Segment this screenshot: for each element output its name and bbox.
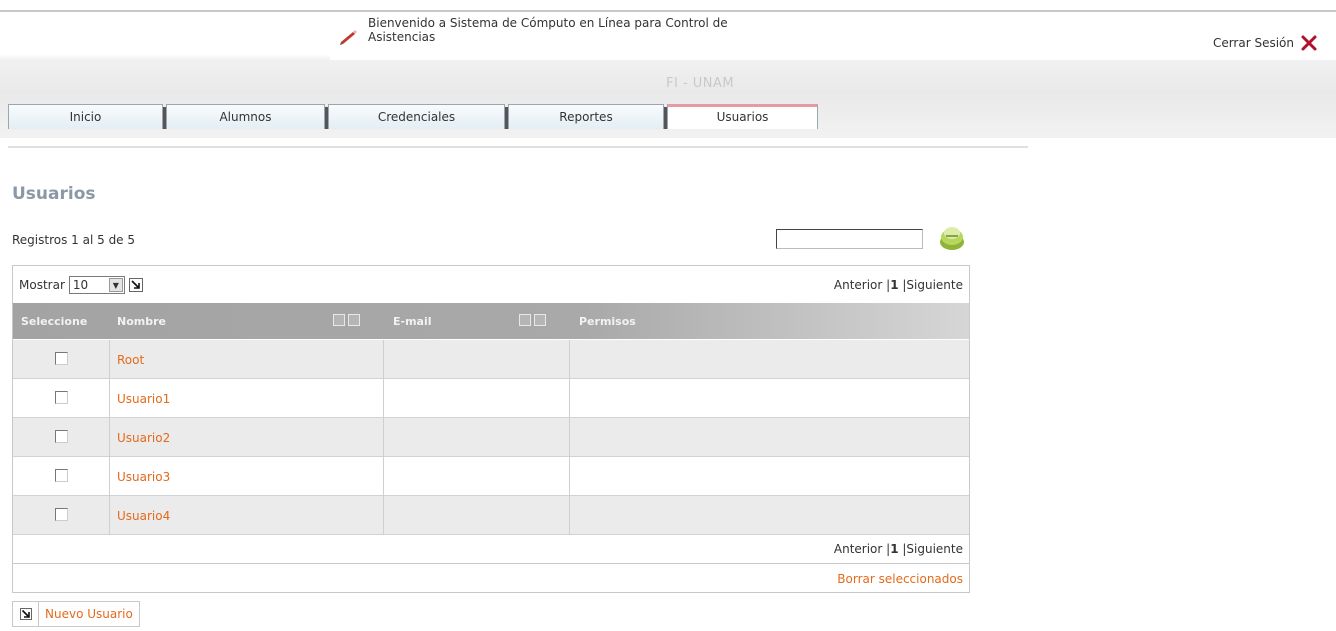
col-divider bbox=[569, 418, 570, 457]
col-divider bbox=[383, 340, 384, 379]
page-size-value: 10 bbox=[72, 278, 89, 292]
tab-label: Alumnos bbox=[219, 110, 272, 124]
col-divider bbox=[109, 340, 110, 379]
page-size-control: Mostrar 10 ▼ bbox=[19, 276, 143, 294]
show-label: Mostrar bbox=[19, 278, 65, 292]
grid-footer: Anterior |1 |Siguiente bbox=[13, 534, 969, 564]
grid-toolbar: Mostrar 10 ▼ Anterior |1 |Siguiente bbox=[13, 266, 969, 302]
tab-credenciales[interactable]: Credenciales bbox=[328, 104, 508, 129]
apply-arrow-icon[interactable] bbox=[128, 278, 143, 292]
row-checkbox[interactable] bbox=[55, 352, 68, 365]
col-name[interactable]: Nombre bbox=[117, 315, 166, 328]
pen-icon bbox=[340, 30, 357, 45]
search-input[interactable] bbox=[776, 229, 923, 249]
page-number[interactable]: 1 bbox=[890, 542, 898, 556]
table-row: Usuario1 bbox=[13, 379, 969, 418]
close-icon bbox=[1301, 35, 1317, 51]
grid-header: Seleccione Nombre E-mail Permisos bbox=[13, 303, 969, 339]
page-title: Usuarios bbox=[12, 184, 96, 204]
table-row: Usuario2 bbox=[13, 418, 969, 457]
col-divider bbox=[109, 457, 110, 496]
col-email[interactable]: E-mail bbox=[393, 315, 432, 328]
sort-desc-icon[interactable] bbox=[348, 314, 360, 326]
col-perms: Permisos bbox=[579, 315, 636, 328]
pager-top: Anterior |1 |Siguiente bbox=[834, 278, 963, 292]
user-name-link[interactable]: Usuario2 bbox=[117, 431, 170, 445]
col-divider bbox=[569, 457, 570, 496]
welcome-banner: Bienvenido a Sistema de Cómputo en Línea… bbox=[338, 16, 758, 48]
col-divider bbox=[569, 496, 570, 535]
site-subtitle: FI - UNAM bbox=[666, 76, 735, 91]
prev-link[interactable]: Anterior bbox=[834, 278, 882, 292]
table-row: Root bbox=[13, 340, 969, 379]
pager-bottom: Anterior |1 |Siguiente bbox=[834, 542, 963, 556]
new-user-label: Nuevo Usuario bbox=[45, 607, 133, 621]
pager-sep: | bbox=[882, 542, 891, 556]
next-link[interactable]: Siguiente bbox=[906, 278, 963, 292]
row-checkbox[interactable] bbox=[55, 469, 68, 482]
tab-label: Inicio bbox=[69, 110, 102, 124]
col-divider bbox=[109, 496, 110, 535]
logout-button[interactable]: Cerrar Sesión bbox=[1213, 34, 1318, 52]
sort-desc-icon[interactable] bbox=[534, 314, 546, 326]
table-row: Usuario4 bbox=[13, 496, 969, 535]
pager-sep: | bbox=[882, 278, 891, 292]
user-name-link[interactable]: Usuario3 bbox=[117, 470, 170, 484]
new-user-button[interactable]: Nuevo Usuario bbox=[12, 601, 140, 627]
users-grid-panel: Mostrar 10 ▼ Anterior |1 |Siguiente Sele… bbox=[12, 265, 970, 593]
search-icon[interactable] bbox=[936, 222, 968, 254]
table-row: Usuario3 bbox=[13, 457, 969, 496]
col-divider bbox=[109, 379, 110, 418]
prev-link[interactable]: Anterior bbox=[834, 542, 882, 556]
next-link[interactable]: Siguiente bbox=[906, 542, 963, 556]
col-divider bbox=[569, 340, 570, 379]
tab-usuarios[interactable]: Usuarios bbox=[667, 104, 818, 129]
col-divider bbox=[383, 418, 384, 457]
user-name-link[interactable]: Usuario4 bbox=[117, 509, 170, 523]
page-size-select[interactable]: 10 ▼ bbox=[68, 276, 125, 294]
arrow-icon bbox=[13, 602, 39, 626]
col-divider bbox=[383, 496, 384, 535]
user-name-link[interactable]: Root bbox=[117, 353, 144, 367]
chevron-down-icon: ▼ bbox=[108, 278, 123, 292]
tab-label: Credenciales bbox=[377, 110, 456, 124]
tab-label: Reportes bbox=[559, 110, 613, 124]
tab-inicio[interactable]: Inicio bbox=[8, 104, 166, 129]
delete-selected-link[interactable]: Borrar seleccionados bbox=[837, 572, 963, 586]
col-divider bbox=[383, 379, 384, 418]
user-name-link[interactable]: Usuario1 bbox=[117, 392, 170, 406]
page-number[interactable]: 1 bbox=[890, 278, 898, 292]
row-checkbox[interactable] bbox=[55, 508, 68, 521]
col-divider bbox=[569, 379, 570, 418]
name-sort-controls bbox=[333, 314, 360, 326]
row-checkbox[interactable] bbox=[55, 430, 68, 443]
sort-asc-icon[interactable] bbox=[333, 314, 345, 326]
tab-alumnos[interactable]: Alumnos bbox=[166, 104, 328, 129]
col-select: Seleccione bbox=[21, 315, 88, 328]
col-divider bbox=[109, 418, 110, 457]
welcome-text: Bienvenido a Sistema de Cómputo en Línea… bbox=[368, 16, 728, 44]
logout-label: Cerrar Sesión bbox=[1212, 36, 1294, 50]
col-divider bbox=[383, 457, 384, 496]
header-divider bbox=[8, 146, 1028, 148]
sort-asc-icon[interactable] bbox=[519, 314, 531, 326]
email-sort-controls bbox=[519, 314, 546, 326]
tab-reportes[interactable]: Reportes bbox=[508, 104, 667, 129]
records-count: Registros 1 al 5 de 5 bbox=[12, 233, 136, 247]
tab-label: Usuarios bbox=[716, 110, 769, 124]
main-tabs: Inicio Alumnos Credenciales Reportes Usu… bbox=[8, 104, 821, 129]
row-checkbox[interactable] bbox=[55, 391, 68, 404]
